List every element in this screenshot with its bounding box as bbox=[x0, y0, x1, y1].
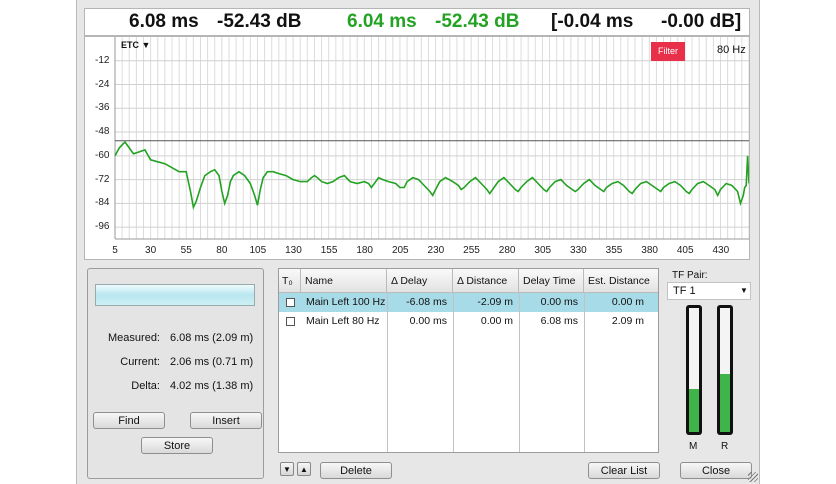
y-tick-label: -36 bbox=[95, 102, 110, 114]
etc-mode-dropdown[interactable]: ETC ▼ bbox=[121, 40, 150, 50]
header-name[interactable]: Name bbox=[301, 269, 387, 293]
column-divider bbox=[584, 293, 585, 452]
meter-m bbox=[686, 305, 702, 435]
row-name: Main Left 80 Hz bbox=[306, 315, 380, 327]
measurement-panel: Measured: 6.08 ms (2.09 m) Current: 2.06… bbox=[87, 268, 264, 479]
clear-list-button[interactable]: Clear List bbox=[588, 462, 660, 479]
row-delta-delay: -6.08 ms bbox=[406, 296, 447, 308]
tf-pair-select[interactable]: TF 1 bbox=[667, 282, 751, 300]
row-est-distance: 0.00 m bbox=[611, 296, 644, 308]
row-delay-time: 6.08 ms bbox=[540, 315, 578, 327]
x-tick-label: 155 bbox=[320, 245, 338, 256]
x-tick-label: 430 bbox=[712, 245, 730, 256]
x-tick-label: 330 bbox=[570, 245, 587, 256]
row-checkbox[interactable] bbox=[286, 317, 295, 326]
delete-button[interactable]: Delete bbox=[320, 462, 392, 479]
measured-level-readout: -52.43 dB bbox=[217, 11, 302, 32]
readout-bar: 6.08 ms -52.43 dB 6.04 ms -52.43 dB [-0.… bbox=[84, 8, 750, 36]
filter-frequency: 80 Hz bbox=[717, 44, 746, 56]
x-tick-label: 30 bbox=[145, 245, 157, 256]
column-divider bbox=[387, 293, 388, 452]
header-delay-time[interactable]: Delay Time bbox=[519, 269, 584, 293]
y-tick-label: -60 bbox=[95, 149, 110, 161]
table-row[interactable]: Main Left 80 Hz 0.00 ms 0.00 m 6.08 ms 2… bbox=[279, 312, 658, 331]
tf-pair-label: TF Pair: bbox=[672, 270, 708, 281]
x-tick-label: 55 bbox=[180, 245, 192, 256]
progress-bar bbox=[95, 284, 255, 306]
column-divider bbox=[453, 293, 454, 452]
meter-r-label: R bbox=[721, 441, 729, 452]
y-tick-label: -72 bbox=[95, 173, 110, 185]
row-delay-time: 0.00 ms bbox=[540, 296, 578, 308]
difference-delay-readout: [-0.04 ms bbox=[551, 11, 634, 32]
measured-delay-readout: 6.08 ms bbox=[129, 11, 199, 32]
insert-button[interactable]: Insert bbox=[190, 412, 262, 429]
row-est-distance: 2.09 m bbox=[611, 315, 644, 327]
current-label: Current: bbox=[120, 356, 160, 368]
row-delta-delay: 0.00 ms bbox=[409, 315, 447, 327]
measured-value: 6.08 ms (2.09 m) bbox=[170, 332, 254, 344]
y-tick-label: -12 bbox=[95, 54, 110, 66]
filter-button[interactable]: Filter bbox=[651, 42, 685, 61]
chevron-down-icon[interactable]: ▼ bbox=[740, 286, 748, 295]
delta-label: Delta: bbox=[131, 380, 160, 392]
meter-m-level bbox=[689, 389, 699, 432]
y-tick-label: -84 bbox=[95, 197, 110, 209]
store-button[interactable]: Store bbox=[141, 437, 213, 454]
live-level-readout: -52.43 dB bbox=[435, 11, 520, 32]
etc-plot[interactable]: ETC ▼ Filter 80 Hz -12 -24 -36 -48 -60 -72 -84… bbox=[84, 36, 750, 260]
x-tick-label: 5 bbox=[112, 245, 118, 256]
meter-r bbox=[717, 305, 733, 435]
meter-r-level bbox=[720, 374, 730, 432]
live-delay-readout: 6.04 ms bbox=[347, 11, 417, 32]
table-row[interactable]: Main Left 100 Hz -6.08 ms -2.09 m 0.00 m… bbox=[279, 293, 658, 312]
x-tick-label: 230 bbox=[427, 245, 445, 256]
header-t0[interactable]: T₀ bbox=[279, 269, 301, 293]
y-tick-label: -96 bbox=[95, 221, 110, 233]
row-delta-distance: 0.00 m bbox=[480, 315, 513, 327]
etc-series-line bbox=[114, 140, 749, 210]
find-button[interactable]: Find bbox=[93, 412, 165, 429]
move-down-button[interactable]: ▼ bbox=[280, 462, 294, 476]
x-tick-label: 255 bbox=[463, 245, 480, 256]
meter-m-label: M bbox=[689, 441, 698, 452]
y-tick-label: -48 bbox=[95, 126, 110, 138]
x-tick-label: 280 bbox=[498, 245, 516, 256]
x-tick-label: 305 bbox=[534, 245, 552, 256]
close-button[interactable]: Close bbox=[680, 462, 752, 479]
x-tick-label: 355 bbox=[605, 245, 623, 256]
measured-label: Measured: bbox=[108, 332, 160, 344]
header-delta-delay[interactable]: Δ Delay bbox=[387, 269, 453, 293]
delay-table: T₀ Name Δ Delay Δ Distance Delay Time Es… bbox=[278, 268, 659, 453]
x-tick-label: 130 bbox=[285, 245, 302, 256]
x-tick-label: 180 bbox=[356, 245, 373, 256]
row-checkbox[interactable] bbox=[286, 298, 295, 307]
row-name: Main Left 100 Hz bbox=[306, 296, 386, 308]
etc-plot-canvas bbox=[114, 37, 749, 240]
difference-level-readout: -0.00 dB] bbox=[661, 11, 742, 32]
y-tick-label: -24 bbox=[95, 78, 110, 90]
current-value: 2.06 ms (0.71 m) bbox=[170, 356, 254, 368]
header-est-distance[interactable]: Est. Distance bbox=[584, 269, 658, 293]
row-delta-distance: -2.09 m bbox=[477, 296, 513, 308]
column-divider bbox=[519, 293, 520, 452]
x-tick-label: 80 bbox=[216, 245, 228, 256]
x-tick-label: 205 bbox=[391, 245, 409, 256]
delta-value: 4.02 ms (1.38 m) bbox=[170, 380, 254, 392]
x-tick-label: 380 bbox=[641, 245, 658, 256]
x-tick-label: 105 bbox=[249, 245, 267, 256]
header-delta-distance[interactable]: Δ Distance bbox=[453, 269, 519, 293]
x-tick-label: 405 bbox=[676, 245, 694, 256]
resize-grip-icon[interactable] bbox=[748, 472, 758, 482]
move-up-button[interactable]: ▲ bbox=[297, 462, 311, 476]
